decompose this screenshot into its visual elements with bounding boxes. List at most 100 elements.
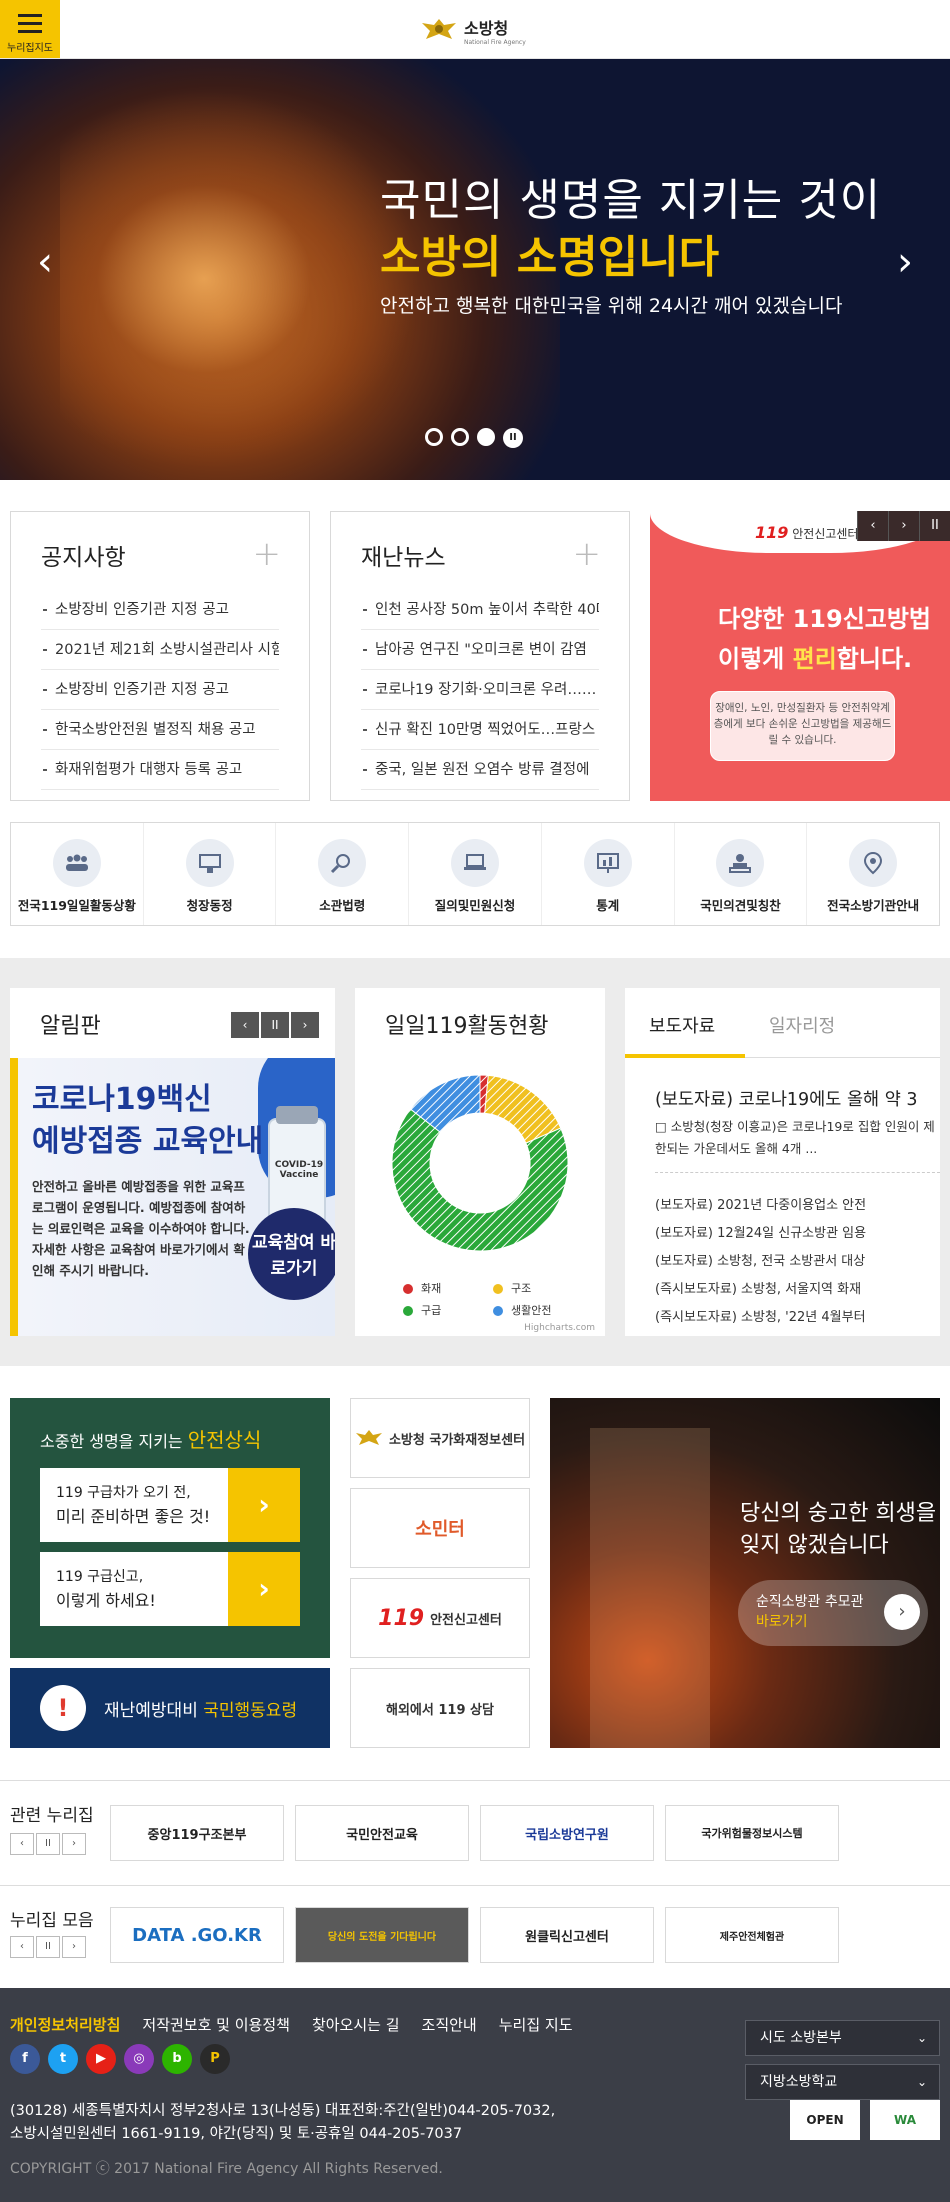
collection-logo[interactable]: 원클릭신고센터: [480, 1907, 654, 1963]
footer-link-sitemap[interactable]: 누리집 지도: [499, 2014, 573, 2035]
quick-link-statistics[interactable]: 통계: [542, 823, 675, 925]
tab-jobs[interactable]: 일자리정: [769, 1012, 835, 1038]
related-logo[interactable]: 국립소방연구원: [480, 1805, 654, 1861]
list-item[interactable]: (즉시보도자료) 소방청, '22년 4월부터: [655, 1304, 940, 1332]
legend-item[interactable]: 화재: [403, 1280, 493, 1296]
banner-safety-report[interactable]: 119 안전신고센터: [350, 1578, 530, 1658]
quick-link-laws[interactable]: 소관법령: [276, 823, 410, 925]
chevron-right-icon[interactable]: ›: [291, 1012, 319, 1038]
news-title[interactable]: 재난뉴스: [361, 538, 446, 572]
instagram-icon[interactable]: ◎: [124, 2044, 154, 2074]
chevron-left-icon[interactable]: ‹: [231, 1012, 259, 1038]
blog-icon[interactable]: b: [162, 2044, 192, 2074]
footer-link-directions[interactable]: 찾아오시는 길: [312, 2014, 400, 2035]
ambulance-prep-button[interactable]: 119 구급차가 오기 전, 미리 준비하면 좋은 것! ›: [40, 1468, 300, 1542]
facebook-icon[interactable]: f: [10, 2044, 40, 2074]
plus-icon[interactable]: +: [253, 534, 282, 574]
tab-press-release[interactable]: 보도자료: [649, 1012, 715, 1038]
poem-line: 당신의 숭고한 희생을: [740, 1501, 937, 1526]
list-item[interactable]: 코로나19 장기화·오미크론 우려……: [361, 670, 599, 710]
chevron-right-icon[interactable]: ›: [62, 1833, 86, 1855]
list-item[interactable]: (보도자료) 12월24일 신규소방관 임용: [655, 1220, 940, 1248]
pause-icon[interactable]: II: [503, 428, 523, 448]
banner-somin[interactable]: 소민터: [350, 1488, 530, 1568]
related-logo[interactable]: 국민안전교육: [295, 1805, 469, 1861]
quick-link-commissioner[interactable]: 청장동정: [144, 823, 277, 925]
vaccine-title-2: 예방접종 교육안내: [32, 1124, 264, 1159]
collection-logo[interactable]: 당신의 도전을 기다립니다: [295, 1907, 469, 1963]
button-line-1: 119 구급차가 오기 전,: [56, 1485, 191, 1501]
chevron-right-icon[interactable]: ›: [62, 1936, 86, 1958]
related-logo[interactable]: 중앙119구조본부: [110, 1805, 284, 1861]
plus-icon[interactable]: +: [573, 534, 602, 574]
legend-item[interactable]: 생활안전: [493, 1302, 583, 1318]
list-item[interactable]: 신규 확진 10만명 찍었어도…프랑스: [361, 710, 599, 750]
quick-link-inquiry[interactable]: 질의및민원신청: [409, 823, 542, 925]
legend-item[interactable]: 구급: [403, 1302, 493, 1318]
banner-overseas-119[interactable]: 해외에서 119 상담: [350, 1668, 530, 1748]
youtube-icon[interactable]: ▶: [86, 2044, 116, 2074]
slide-dot[interactable]: [425, 428, 443, 446]
pause-icon[interactable]: II: [261, 1012, 289, 1038]
hamburger-icon: [0, 0, 60, 33]
pause-icon[interactable]: II: [919, 511, 950, 541]
slide-dot[interactable]: [451, 428, 469, 446]
disaster-guide-button[interactable]: ! 재난예방대비 국민행동요령: [10, 1668, 330, 1748]
list-item[interactable]: (즉시보도자료) 소방청, 서울지역 화재: [655, 1276, 940, 1304]
twitter-icon[interactable]: t: [48, 2044, 78, 2074]
chevron-right-icon[interactable]: ›: [885, 239, 925, 285]
quick-link-opinion[interactable]: 국민의견및칭찬: [675, 823, 808, 925]
site-logo[interactable]: 소방청 National Fire Agency: [420, 14, 526, 46]
memorial-banner[interactable]: 당신의 숭고한 희생을 잊지 않겠습니다 순직소방관 추모관 바로가기 ›: [550, 1398, 940, 1748]
hero-subtitle: 안전하고 행복한 대한민국을 위해 24시간 깨어 있겠습니다: [380, 295, 843, 317]
open-license-badge[interactable]: OPEN: [790, 2100, 860, 2140]
footer-link-privacy[interactable]: 개인정보처리방침: [10, 2014, 120, 2035]
chevron-left-icon[interactable]: ‹: [25, 239, 65, 285]
pause-icon[interactable]: II: [36, 1833, 60, 1855]
list-item[interactable]: 소방장비 인증기관 지정 공고: [41, 590, 279, 630]
list-item[interactable]: (보도자료) 소방청, 전국 소방관서 대상: [655, 1248, 940, 1276]
list-item[interactable]: 한국소방안전원 별정직 채용 공고: [41, 710, 279, 750]
promo-brand: 119 안전신고센터: [755, 523, 858, 542]
list-item[interactable]: (보도자료) 2021년 다중이용업소 안전: [655, 1192, 940, 1220]
collection-logo[interactable]: 제주안전체험관: [665, 1907, 839, 1963]
post-icon[interactable]: P: [200, 2044, 230, 2074]
chevron-left-icon[interactable]: ‹: [10, 1936, 34, 1958]
pause-icon[interactable]: II: [36, 1936, 60, 1958]
sitemap-menu-button[interactable]: 누리집지도: [0, 0, 60, 58]
list-item[interactable]: 남아공 연구진 "오미크론 변이 감염: [361, 630, 599, 670]
quick-link-daily-activity[interactable]: 전국119일일활동상황: [11, 823, 144, 925]
list-item[interactable]: 화재위험평가 대행자 등록 공고: [41, 750, 279, 790]
chevron-right-icon[interactable]: ›: [888, 511, 919, 541]
fire-school-select[interactable]: 지방소방학교 ⌄: [745, 2064, 940, 2100]
collection-logo[interactable]: DATA .GO.KR: [110, 1907, 284, 1963]
list-item[interactable]: 소방장비 인증기관 지정 공고: [41, 670, 279, 710]
chevron-left-icon[interactable]: ‹: [857, 511, 888, 541]
list-item[interactable]: 2021년 제21회 소방시설관리사 시험: [41, 630, 279, 670]
site-footer: 개인정보처리방침 저작권보호 및 이용정책 찾아오시는 길 조직안내 누리집 지…: [0, 1988, 950, 2202]
list-item[interactable]: 중국, 일본 원전 오염수 방류 결정에: [361, 750, 599, 790]
info-section: 알림판 ‹ II › COVID-19 Vaccine 코로나19백신 예방접종…: [0, 958, 950, 1366]
banner-fire-info-center[interactable]: 소방청 국가화재정보센터: [350, 1398, 530, 1478]
related-logo[interactable]: 국가위험물정보시스템: [665, 1805, 839, 1861]
education-cta-button[interactable]: 교육참여 바로가기: [248, 1208, 335, 1300]
promo-banner[interactable]: 119 안전신고센터 ‹ › II 다양한 119신고방법 이렇게 편리합니다.…: [650, 511, 950, 801]
notice-title[interactable]: 공지사항: [41, 538, 126, 572]
chart-credit[interactable]: Highcharts.com: [524, 1323, 595, 1333]
vaccine-banner[interactable]: COVID-19 Vaccine 코로나19백신 예방접종 교육안내 안전하고 …: [10, 1058, 335, 1336]
memorial-link-button[interactable]: 순직소방관 추모관 바로가기 ›: [738, 1580, 928, 1646]
footer-link-copyright[interactable]: 저작권보호 및 이용정책: [142, 2014, 290, 2035]
province-fire-select[interactable]: 시도 소방본부 ⌄: [745, 2020, 940, 2056]
brand-number: 119: [755, 523, 789, 542]
press-headline[interactable]: (보도자료) 코로나19에도 올해 약 3: [655, 1086, 918, 1111]
chevron-left-icon[interactable]: ‹: [10, 1833, 34, 1855]
quick-link-agencies[interactable]: 전국소방기관안내: [807, 823, 939, 925]
slide-dot-active[interactable]: [477, 428, 495, 446]
web-accessibility-badge[interactable]: WA: [870, 2100, 940, 2140]
legend-item[interactable]: 구조: [493, 1280, 583, 1296]
hero-headline-1: 국민의 생명을 지키는 것이: [380, 175, 882, 226]
safety-title-text: 소중한 생명을 지키는: [40, 1432, 188, 1451]
emergency-call-button[interactable]: 119 구급신고, 이렇게 하세요! ›: [40, 1552, 300, 1626]
footer-link-organization[interactable]: 조직안내: [422, 2014, 477, 2035]
list-item[interactable]: 인천 공사장 50m 높이서 추락한 40대: [361, 590, 599, 630]
